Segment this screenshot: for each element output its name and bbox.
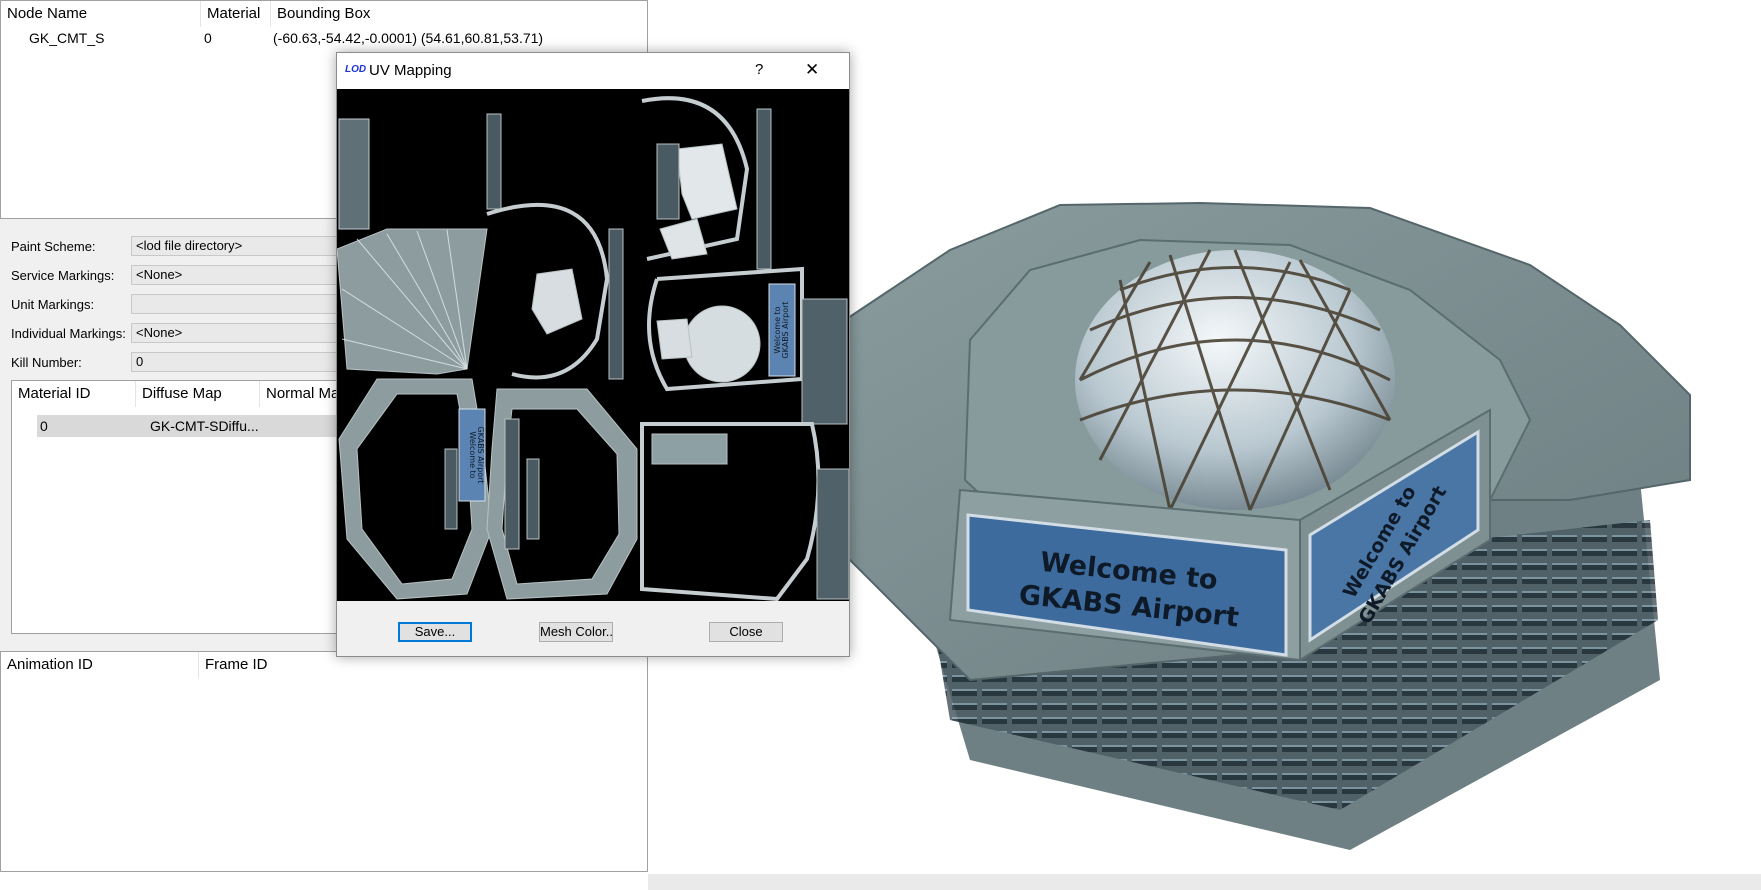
bottom-strip xyxy=(648,874,1761,890)
uv-strip xyxy=(651,433,728,465)
uv-strip xyxy=(338,118,370,230)
uv-mapping-dialog: LOD UV Mapping ? ✕ Welcome to GKABS Airp… xyxy=(336,52,850,657)
uv-strip xyxy=(444,448,458,530)
service-markings-label: Service Markings: xyxy=(11,268,115,283)
uv-sign-left-text2: GKABS Airport xyxy=(476,426,485,483)
close-icon[interactable]: ✕ xyxy=(805,60,819,80)
table-row[interactable]: GK_CMT_S 0 (-60.63,-54.42,-0.0001) (54.6… xyxy=(1,27,649,49)
uv-strip xyxy=(608,228,624,380)
lod-logo-icon: LOD xyxy=(345,64,367,75)
column-header-bounding-box[interactable]: Bounding Box xyxy=(271,1,649,27)
column-header-material-id[interactable]: Material ID xyxy=(12,381,136,407)
kill-number-label: Kill Number: xyxy=(11,355,82,370)
uv-strip xyxy=(656,143,680,220)
dialog-title-bar[interactable]: LOD UV Mapping ? ✕ xyxy=(337,53,849,89)
uv-sign-left-text: Welcome to xyxy=(468,431,477,478)
close-button[interactable]: Close xyxy=(709,622,783,642)
help-button[interactable]: ? xyxy=(755,61,763,78)
uv-strip xyxy=(526,458,540,540)
uv-strip xyxy=(486,113,502,210)
mesh-color-button[interactable]: Mesh Color.. xyxy=(539,622,613,642)
column-header-material[interactable]: Material xyxy=(201,1,271,27)
uv-dome-circle xyxy=(683,305,761,383)
diffuse-map-cell: GK-CMT-SDiffu... xyxy=(150,418,259,434)
bounding-box-cell: (-60.63,-54.42,-0.0001) (54.61,60.81,53.… xyxy=(273,30,544,46)
column-header-diffuse-map[interactable]: Diffuse Map xyxy=(136,381,260,407)
material-cell: 0 xyxy=(204,30,212,46)
column-header-animation-id[interactable]: Animation ID xyxy=(1,652,199,678)
individual-markings-label: Individual Markings: xyxy=(11,326,126,341)
dialog-title: UV Mapping xyxy=(369,62,452,79)
uv-strip xyxy=(504,418,520,550)
uv-strip xyxy=(816,468,849,600)
uv-sign-right-text2: GKABS Airport xyxy=(781,301,790,358)
uv-strip xyxy=(756,108,772,270)
uv-dome-fragment xyxy=(656,318,693,360)
material-id-cell: 0 xyxy=(40,418,48,434)
animation-table: Animation ID Frame ID xyxy=(0,651,648,872)
save-button[interactable]: Save... xyxy=(398,622,472,642)
paint-scheme-label: Paint Scheme: xyxy=(11,239,96,254)
uv-strip xyxy=(801,298,848,425)
column-header-node-name[interactable]: Node Name xyxy=(1,1,201,27)
uv-map-canvas[interactable]: Welcome to GKABS Airport Welcome to GKAB… xyxy=(337,89,849,601)
unit-markings-label: Unit Markings: xyxy=(11,297,95,312)
node-name-cell: GK_CMT_S xyxy=(29,30,105,46)
